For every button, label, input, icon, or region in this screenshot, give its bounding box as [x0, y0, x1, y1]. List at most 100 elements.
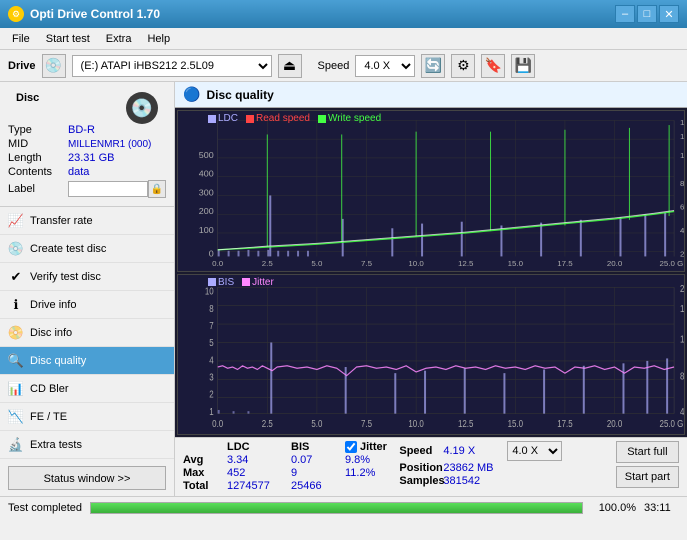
disc-label-row: Label 🔒 [8, 180, 166, 198]
lower-chart-svg: 1 2 3 4 5 7 8 10 0.0 2.5 5.0 7.5 10.0 12… [178, 275, 684, 435]
svg-text:5: 5 [209, 337, 213, 348]
extra-tests-icon: 🔬 [8, 437, 24, 453]
sidebar-label-disc-quality: Disc quality [30, 355, 86, 367]
cd-bler-icon: 📊 [8, 381, 24, 397]
samples-value: 381542 [443, 475, 503, 487]
svg-text:10 X: 10 X [680, 151, 684, 160]
svg-text:7.5: 7.5 [361, 418, 372, 429]
close-button[interactable]: ✕ [659, 5, 679, 23]
disc-length-row: Length 23.31 GB [8, 152, 166, 164]
fe-te-icon: 📉 [8, 409, 24, 425]
samples-row: Samples 381542 [399, 475, 615, 487]
disc-label-input[interactable] [68, 181, 148, 197]
sidebar-item-disc-info[interactable]: 📀 Disc info [0, 319, 174, 347]
content-area: 🔵 Disc quality LDC Read speed [175, 82, 687, 496]
svg-text:5.0: 5.0 [311, 418, 322, 429]
stats-max-row: Max 452 9 11.2% [183, 467, 399, 479]
mid-label: MID [8, 138, 68, 150]
sidebar-item-disc-quality[interactable]: 🔍 Disc quality [0, 347, 174, 375]
sidebar-item-fe-te[interactable]: 📉 FE / TE [0, 403, 174, 431]
legend-bis: BIS [208, 277, 234, 288]
svg-text:8 X: 8 X [680, 179, 684, 188]
contents-value: data [68, 166, 89, 178]
start-part-button[interactable]: Start part [616, 466, 679, 488]
total-ldc: 1274577 [227, 480, 287, 492]
max-label: Max [183, 467, 223, 479]
speed-select[interactable]: 4.0 X [355, 55, 415, 77]
content-header-title: Disc quality [206, 88, 273, 102]
progress-bar-fill [91, 503, 582, 513]
content-header: 🔵 Disc quality [175, 82, 687, 108]
svg-text:15.0: 15.0 [508, 259, 523, 268]
legend-bis-dot [208, 278, 216, 286]
speed-stat-select[interactable]: 4.0 X [507, 441, 562, 461]
menu-help[interactable]: Help [139, 31, 178, 47]
svg-text:3: 3 [209, 371, 213, 382]
svg-text:7.5: 7.5 [361, 259, 372, 268]
stats-header-row: LDC BIS Jitter [183, 441, 399, 453]
sidebar-item-create-test-disc[interactable]: 💿 Create test disc [0, 235, 174, 263]
legend-read-speed-dot [246, 115, 254, 123]
svg-text:17.5: 17.5 [557, 418, 572, 429]
jitter-checkbox[interactable] [345, 441, 357, 453]
svg-text:16%: 16% [680, 303, 684, 314]
sidebar-item-transfer-rate[interactable]: 📈 Transfer rate [0, 207, 174, 235]
status-window-button[interactable]: Status window >> [8, 466, 166, 490]
sidebar-label-extra-tests: Extra tests [30, 439, 82, 451]
svg-text:10.0: 10.0 [408, 259, 423, 268]
lower-legend: BIS Jitter [208, 277, 274, 288]
sidebar-item-verify-test-disc[interactable]: ✔ Verify test disc [0, 263, 174, 291]
sidebar-item-extra-tests[interactable]: 🔬 Extra tests [0, 431, 174, 459]
drive-select[interactable]: (E:) ATAPI iHBS212 2.5L09 [72, 55, 272, 77]
svg-text:2.5: 2.5 [262, 418, 273, 429]
upper-legend: LDC Read speed Write speed [208, 113, 381, 124]
minimize-button[interactable]: – [615, 5, 635, 23]
legend-jitter-label: Jitter [252, 277, 274, 288]
legend-write-speed-dot [318, 115, 326, 123]
refresh-icon[interactable]: 🔄 [421, 54, 445, 78]
menu-extra[interactable]: Extra [98, 31, 140, 47]
titlebar: ⚙ Opti Drive Control 1.70 – □ ✕ [0, 0, 687, 28]
max-bis: 9 [291, 467, 341, 479]
legend-write-speed-label: Write speed [328, 113, 381, 124]
start-full-button[interactable]: Start full [616, 441, 679, 463]
window-controls: – □ ✕ [615, 5, 679, 23]
charts-area: LDC Read speed Write speed [175, 108, 687, 437]
svg-text:0.0: 0.0 [212, 259, 223, 268]
legend-jitter-dot [242, 278, 250, 286]
svg-text:5.0: 5.0 [311, 259, 322, 268]
label-icon[interactable]: 🔒 [148, 180, 166, 198]
titlebar-left: ⚙ Opti Drive Control 1.70 [8, 6, 160, 22]
jitter-checkbox-area: Jitter [345, 441, 387, 453]
svg-text:17.5: 17.5 [557, 259, 572, 268]
menubar: File Start test Extra Help [0, 28, 687, 50]
menu-file[interactable]: File [4, 31, 38, 47]
maximize-button[interactable]: □ [637, 5, 657, 23]
avg-ldc: 3.34 [227, 454, 287, 466]
svg-text:0: 0 [209, 249, 214, 259]
svg-text:12.5: 12.5 [458, 259, 473, 268]
menu-start-test[interactable]: Start test [38, 31, 98, 47]
statusbar: Test completed 100.0% 33:11 [0, 496, 687, 518]
svg-text:6 X: 6 X [680, 203, 684, 212]
content-header-icon: 🔵 [183, 86, 200, 103]
svg-text:20%: 20% [680, 283, 684, 294]
create-test-disc-icon: 💿 [8, 241, 24, 257]
save-icon[interactable]: 💾 [511, 54, 535, 78]
eject-icon[interactable]: ⏏ [278, 54, 302, 78]
svg-text:2 X: 2 X [680, 250, 684, 259]
bis-col-header: BIS [291, 441, 341, 453]
settings-icon[interactable]: ⚙ [451, 54, 475, 78]
progress-text: 100.0% [591, 502, 636, 514]
drive-icon[interactable]: 💿 [42, 54, 66, 78]
mid-value: MILLENMR1 (000) [68, 139, 151, 150]
sidebar-label-cd-bler: CD Bler [30, 383, 69, 395]
sidebar-item-drive-info[interactable]: ℹ Drive info [0, 291, 174, 319]
sidebar-label-create-test-disc: Create test disc [30, 243, 106, 255]
ldc-col-header: LDC [227, 441, 287, 453]
speed-stat-label: Speed [399, 445, 439, 457]
svg-text:25.0 GB: 25.0 GB [660, 418, 684, 429]
disc-info-section: Disc 💿 Type BD-R MID MILLENMR1 (000) Len… [0, 82, 174, 207]
bookmark-icon[interactable]: 🔖 [481, 54, 505, 78]
sidebar-item-cd-bler[interactable]: 📊 CD Bler [0, 375, 174, 403]
